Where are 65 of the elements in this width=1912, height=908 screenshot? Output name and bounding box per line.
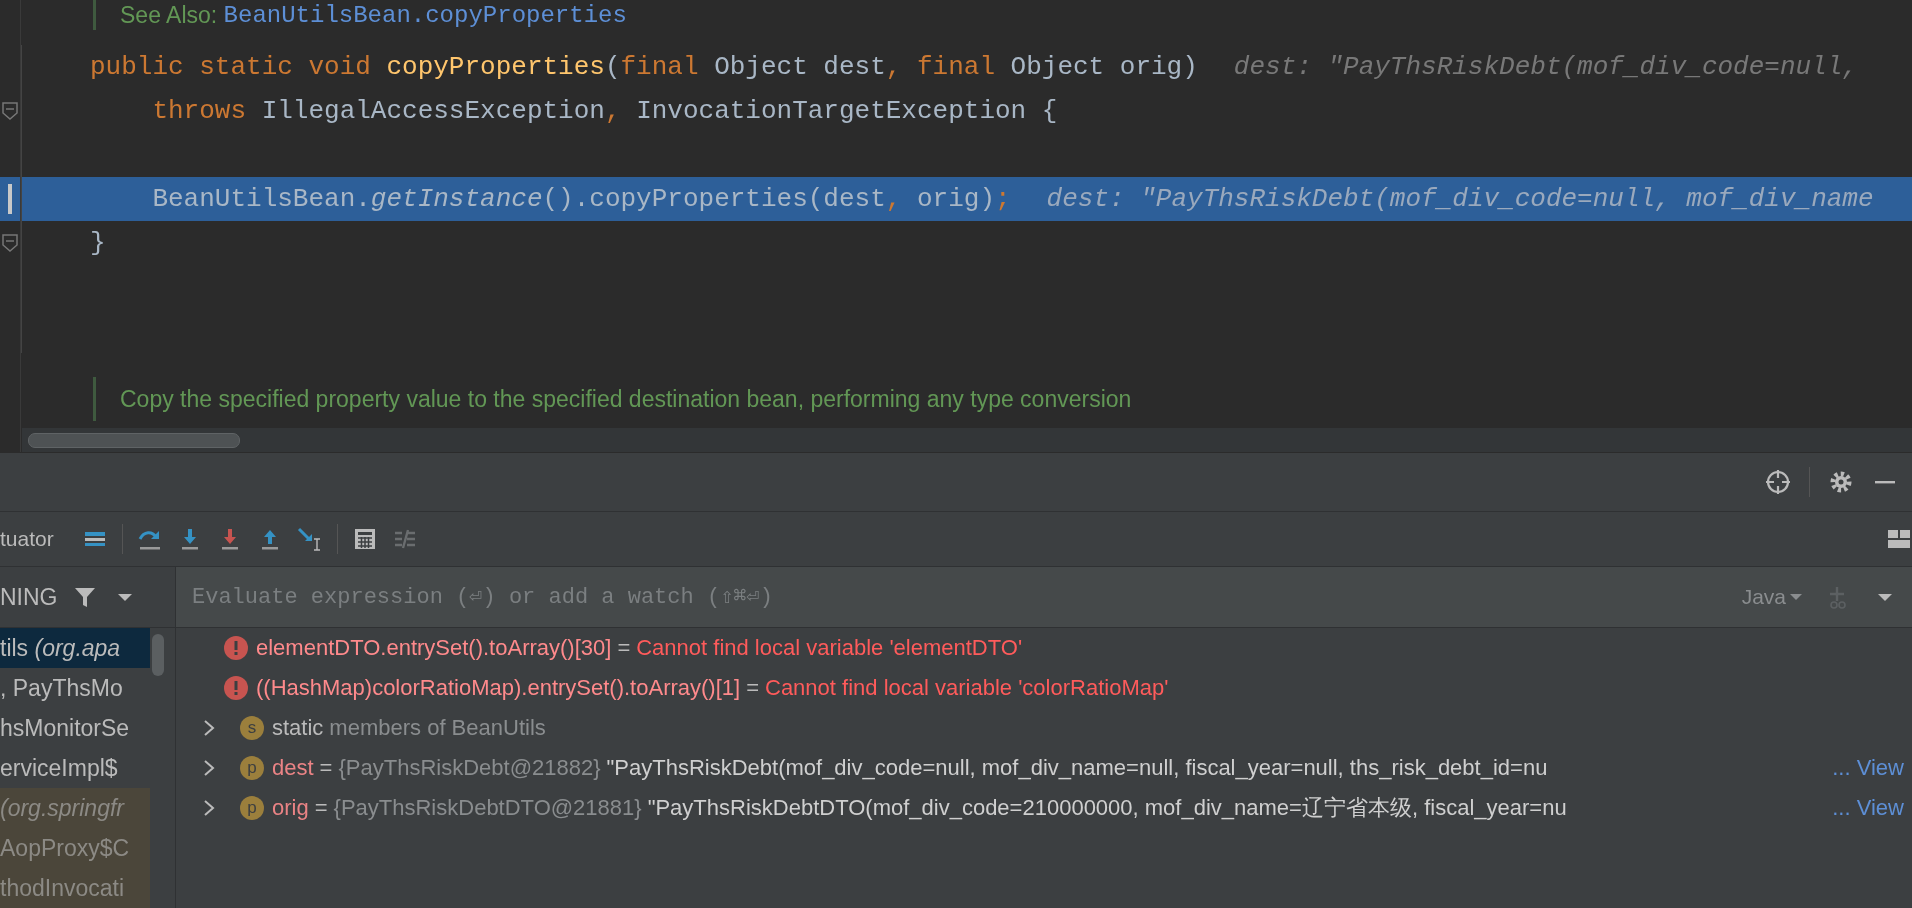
code-token: throws [151, 96, 248, 126]
stack-frame[interactable]: AopProxy$C [0, 828, 150, 868]
caret-icon[interactable] [1790, 593, 1802, 601]
doc-link[interactable]: BeanUtilsBean.copyProperties [223, 1, 627, 29]
view-link[interactable]: ... View [1832, 755, 1912, 781]
code-token: orig) [917, 184, 995, 214]
equals-sign: = [746, 675, 759, 701]
stack-frame[interactable]: (org.springfr [0, 788, 150, 828]
caret-marker [8, 184, 12, 214]
stack-frame[interactable]: thodInvocati [0, 868, 150, 908]
variable-description: members of BeanUtils [329, 715, 546, 741]
horizontal-scrollbar[interactable] [22, 428, 1912, 452]
run-to-cursor-icon[interactable] [296, 526, 323, 552]
code-token: final [620, 52, 700, 82]
code-token: public static void [90, 52, 372, 82]
variable-name: static [272, 715, 324, 741]
code-token: , [885, 184, 903, 214]
code-token: } [90, 228, 106, 258]
doc-comment: See Also: [120, 1, 219, 29]
watch-expression: elementDTO.entrySet().toArray()[30] [256, 635, 612, 661]
tab-label[interactable]: tuator [0, 527, 54, 551]
code-token: ().copyProperties(dest [542, 184, 886, 214]
view-link[interactable]: ... View [1832, 795, 1912, 821]
code-token: , final [885, 52, 996, 82]
variable-type: {PayThsRiskDebt@21882} [338, 755, 601, 781]
fold-icon[interactable] [2, 234, 18, 252]
variable-name: dest [272, 755, 314, 781]
parameter-badge: p [240, 756, 264, 780]
frames-header: NING [0, 583, 58, 611]
target-icon[interactable] [1765, 469, 1791, 495]
code-token: Object orig) [1010, 52, 1198, 82]
error-icon [224, 676, 248, 700]
static-badge: s [240, 716, 264, 740]
error-message: Cannot find local variable 'colorRatioMap' [765, 675, 1169, 701]
stack-frame[interactable]: , PayThsMo [0, 668, 150, 708]
equals-sign: = [319, 755, 333, 781]
inline-value-hint: dest: "PayThsRiskDebt(mof_div_code=null, [1233, 52, 1858, 82]
code-token: , [604, 96, 622, 126]
variable-type: {PayThsRiskDebtDTO@21881} [333, 795, 642, 821]
stack-frame[interactable]: hsMonitorSe [0, 708, 150, 748]
stack-frame[interactable]: tils (org.apa [0, 628, 150, 668]
code-token: IllegalAccessException [261, 96, 605, 126]
code-token: getInstance [370, 184, 543, 214]
vertical-scrollbar[interactable] [152, 634, 164, 676]
parameter-badge: p [240, 796, 264, 820]
variable-name: orig [272, 795, 309, 821]
code-token: BeanUtilsBean. [151, 184, 371, 214]
language-dropdown[interactable]: Java [1741, 585, 1802, 609]
fold-icon[interactable] [2, 102, 18, 120]
stack-frame[interactable]: erviceImpl$ [0, 748, 150, 788]
settings-icon[interactable] [1828, 469, 1854, 495]
error-icon [224, 636, 248, 660]
doc-comment: Copy the specified property value to the specified destination bean, performing any type conversion [120, 385, 1132, 413]
inline-value-hint: dest: "PayThsRiskDebt(mof_div_code=null, mof_div_name [1046, 184, 1874, 214]
variable-value: "PayThsRiskDebt(mof_div_code=null, mof_div_name=null, fiscal_year=null, ths_risk_debt_id=nu [606, 755, 1548, 781]
error-message: Cannot find local variable 'elementDTO' [636, 635, 1023, 661]
code-token: Object dest [714, 52, 886, 82]
variable-value: "PayThsRiskDebtDTO(mof_div_code=210000000, mof_div_name=辽宁省本级, fiscal_year=nu [647, 794, 1567, 822]
code-token: ( [604, 52, 621, 82]
watch-expression: ((HashMap)colorRatioMap).entrySet().toArray()[1] [256, 675, 741, 701]
code-token: ; [995, 184, 1011, 214]
equals-sign: = [314, 795, 328, 821]
code-token: InvocationTargetException { [636, 96, 1058, 126]
equals-sign: = [617, 635, 631, 661]
code-token: copyProperties [386, 52, 605, 82]
